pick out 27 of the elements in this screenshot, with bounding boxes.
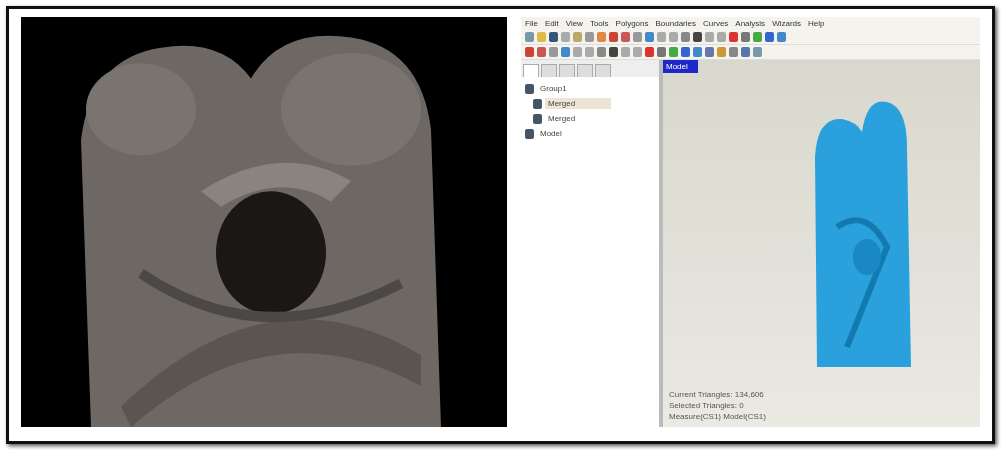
- folder-icon: [533, 113, 542, 124]
- menu-item[interactable]: Wizards: [772, 19, 801, 28]
- menu-item[interactable]: Edit: [544, 19, 559, 28]
- panel-tab[interactable]: [541, 64, 557, 77]
- menu-item[interactable]: Analysis: [735, 19, 766, 28]
- tree-item[interactable]: Group1: [537, 83, 570, 94]
- menu-item[interactable]: Help: [808, 19, 825, 28]
- menu-item[interactable]: Tools: [589, 19, 609, 28]
- panel-tab[interactable]: [559, 64, 575, 77]
- status-text: Selected Triangles: 0: [669, 401, 745, 410]
- tree-item[interactable]: Merged: [545, 98, 611, 109]
- panel-tab[interactable]: [577, 64, 593, 77]
- menu-item[interactable]: Boundaries: [655, 19, 696, 28]
- folder-icon: [533, 98, 542, 109]
- menu-item[interactable]: Polygons: [615, 19, 649, 28]
- tree-item[interactable]: Model: [537, 128, 565, 139]
- menu-item[interactable]: File: [525, 19, 538, 28]
- viewport-tab[interactable]: Model: [663, 60, 698, 73]
- folder-icon: [525, 128, 534, 139]
- panel-tab[interactable]: [523, 64, 539, 77]
- folder-icon: [525, 83, 534, 94]
- panel-tab[interactable]: [595, 64, 611, 77]
- tree-item[interactable]: Merged: [545, 113, 579, 124]
- menu-item[interactable]: Curves: [703, 19, 729, 28]
- menu-item[interactable]: View: [565, 19, 583, 28]
- status-text: Measure(CS1) Model(CS1): [669, 412, 767, 421]
- status-text: Current Triangles: 134,606: [669, 390, 765, 399]
